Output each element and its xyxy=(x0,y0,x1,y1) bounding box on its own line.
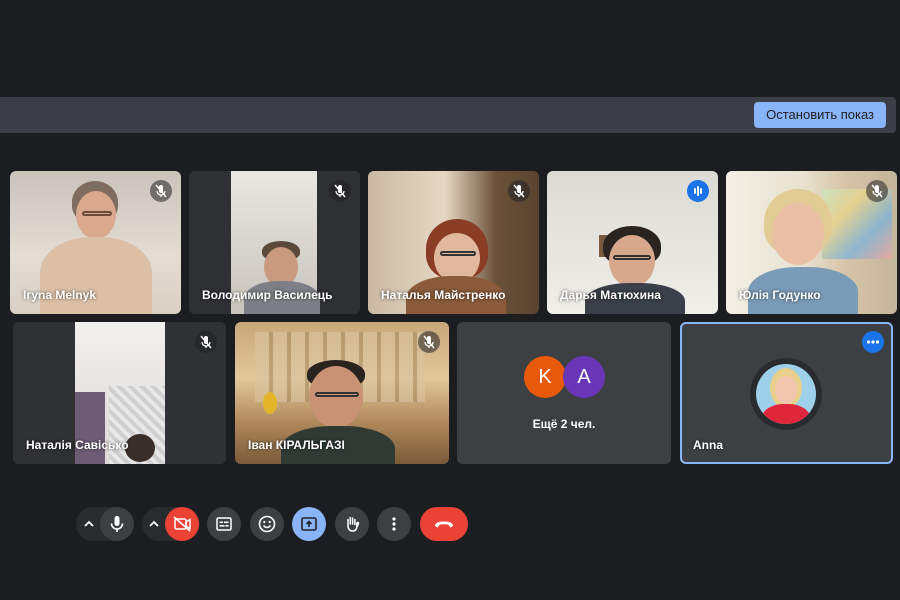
participant-name: Наталья Майстренко xyxy=(381,288,506,302)
speaking-indicator-icon xyxy=(687,180,709,202)
emoji-icon xyxy=(258,515,276,533)
more-participants-tile[interactable]: K A Ещё 2 чел. xyxy=(457,322,671,464)
participant-name: Наталія Савісько xyxy=(26,438,129,452)
captions-button[interactable] xyxy=(207,507,241,541)
chevron-up-icon[interactable] xyxy=(78,507,100,541)
more-options-icon xyxy=(392,517,396,531)
more-options-icon[interactable] xyxy=(862,331,884,353)
presenting-bar: Остановить показ xyxy=(0,97,896,133)
participant-name: Iгуna Melnyk xyxy=(23,288,97,302)
mic-off-icon xyxy=(866,180,888,202)
participant-tile[interactable]: Володимир Василець xyxy=(189,171,360,314)
participant-tile[interactable]: Anna xyxy=(680,322,893,464)
raise-hand-icon xyxy=(347,516,360,532)
end-call-button[interactable] xyxy=(420,507,468,541)
participant-tile[interactable]: Наталья Майстренко xyxy=(368,171,539,314)
chevron-up-icon[interactable] xyxy=(143,507,165,541)
stop-presenting-button[interactable]: Остановить показ xyxy=(754,102,886,128)
camera-off-icon xyxy=(173,516,191,532)
mic-off-icon xyxy=(508,180,530,202)
participant-tile[interactable]: Наталія Савісько xyxy=(13,322,226,464)
participant-name: Володимир Василець xyxy=(202,288,333,302)
participant-name: Юлія Годунко xyxy=(739,288,821,302)
present-screen-button[interactable] xyxy=(292,507,326,541)
mic-icon xyxy=(110,516,124,532)
camera-button[interactable] xyxy=(165,507,199,541)
mic-off-icon xyxy=(418,331,440,353)
participant-name: Іван КІРАЛЬГАЗІ xyxy=(248,438,345,452)
more-participants-label: Ещё 2 чел. xyxy=(532,417,596,431)
avatar xyxy=(750,358,822,430)
participant-name: Anna xyxy=(693,438,723,452)
participant-tile[interactable]: Iгуna Melnyk xyxy=(10,171,181,314)
avatar: A xyxy=(563,356,605,398)
emoji-button[interactable] xyxy=(250,507,284,541)
more-options-button[interactable] xyxy=(377,507,411,541)
mic-off-icon xyxy=(329,180,351,202)
present-screen-icon xyxy=(301,517,317,531)
avatar: K xyxy=(524,356,566,398)
participant-name: Дарья Матюхина xyxy=(560,288,661,302)
mic-off-icon xyxy=(150,180,172,202)
captions-icon xyxy=(216,517,232,531)
raise-hand-button[interactable] xyxy=(335,507,369,541)
end-call-icon xyxy=(435,521,453,528)
mic-button[interactable] xyxy=(100,507,134,541)
mic-off-icon xyxy=(195,331,217,353)
participant-tile[interactable]: Іван КІРАЛЬГАЗІ xyxy=(235,322,449,464)
participant-tile[interactable]: Юлія Годунко xyxy=(726,171,897,314)
participant-tile[interactable]: Дарья Матюхина xyxy=(547,171,718,314)
